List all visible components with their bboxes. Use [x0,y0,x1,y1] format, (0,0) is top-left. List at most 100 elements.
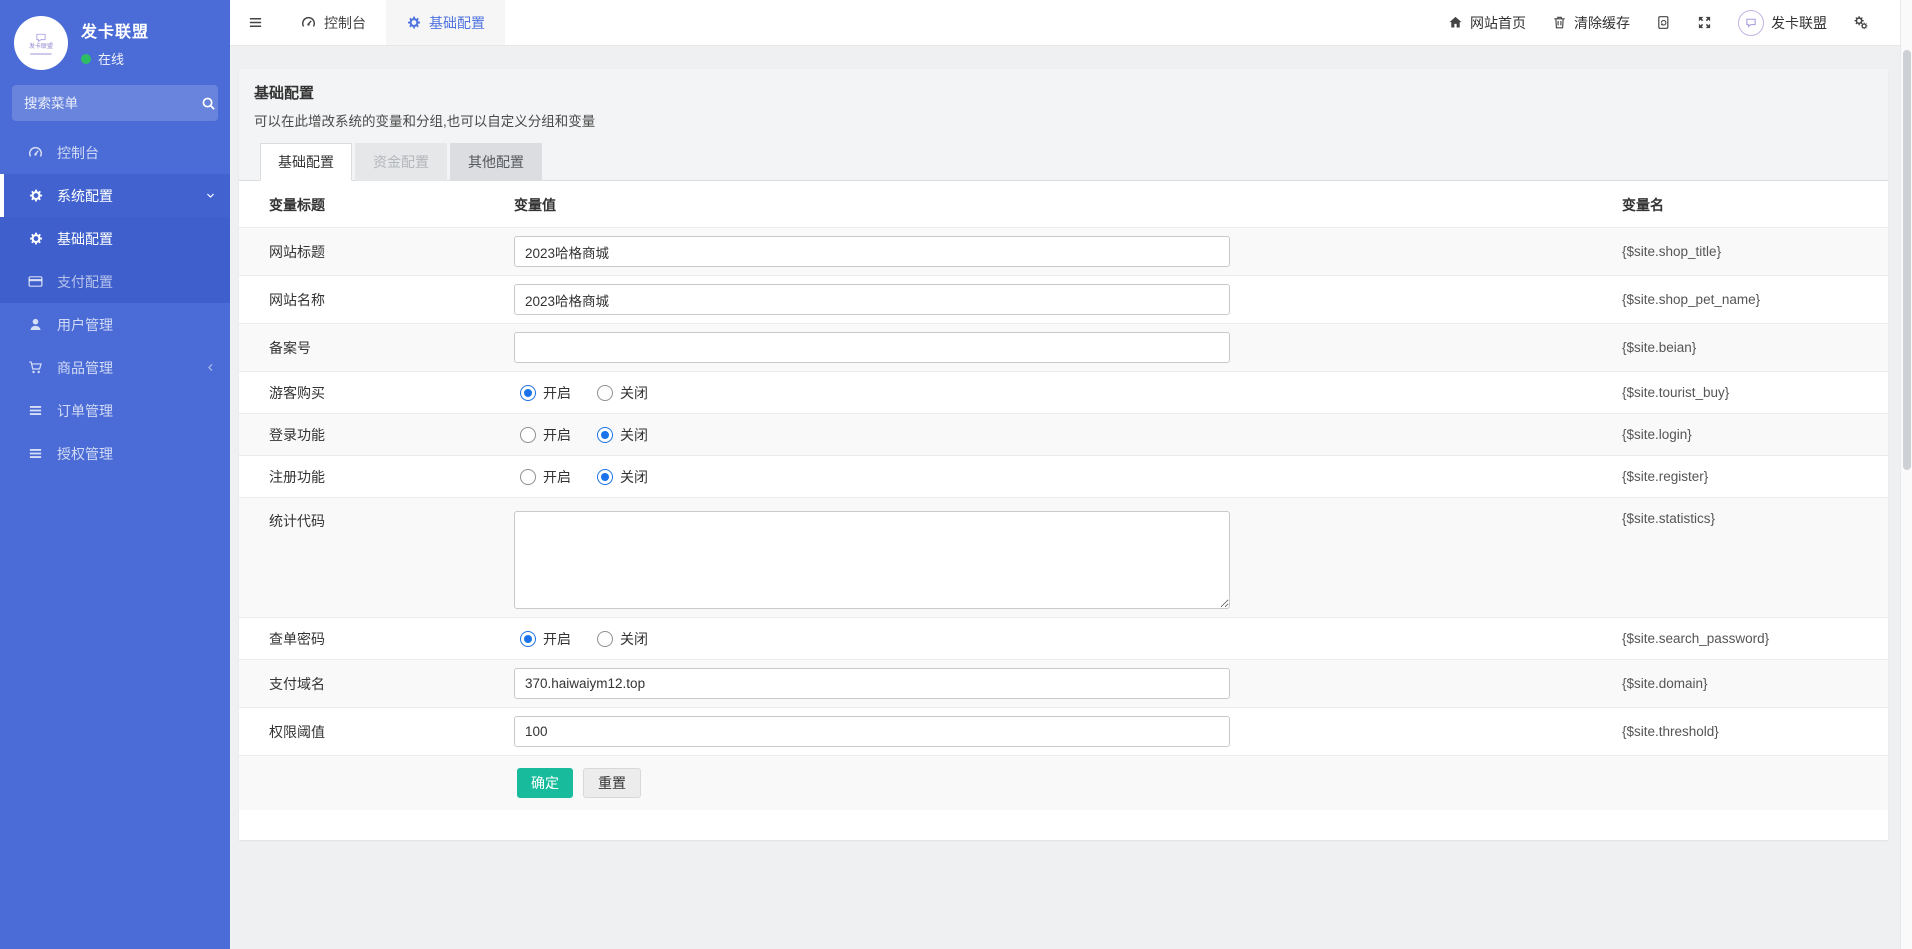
config-input-domain[interactable] [514,668,1230,699]
refresh-page-icon [1656,15,1671,30]
gear-icon [26,188,44,203]
config-input-shop_title[interactable] [514,236,1230,267]
user-avatar [1738,10,1764,36]
config-varname: {$site.statistics} [1622,498,1888,618]
radio-unchecked-icon[interactable] [597,385,613,401]
list-icon [26,446,44,461]
topbar-actions: 网站首页 清除缓存 发卡联盟 [1448,0,1912,45]
radio-checked-icon[interactable] [520,631,536,647]
topbar-tab-console[interactable]: 控制台 [281,0,386,45]
brand-avatar[interactable]: 发卡联盟 [14,16,68,70]
panel-tab-label: 基础配置 [278,154,334,170]
hamburger-button[interactable] [230,0,281,45]
radio-checked-icon[interactable] [597,469,613,485]
sidebar-item-label: 订单管理 [57,401,113,421]
refresh-page-button[interactable] [1656,15,1671,30]
sidebar-item-goods-manage[interactable]: 商品管理 [0,346,230,389]
config-label: 支付域名 [269,676,325,692]
radio-unchecked-icon[interactable] [520,427,536,443]
config-label: 注册功能 [269,469,325,485]
cart-icon [26,360,44,375]
radio-group-search_password: 开启 关闭 [520,629,1612,649]
radio-group-register: 开启 关闭 [520,467,1612,487]
radio-label: 开启 [543,467,571,487]
panel-tab-label: 其他配置 [468,154,524,170]
user-icon [26,317,44,332]
panel-tabs: 基础配置 资金配置 其他配置 [254,143,1873,180]
radio-option[interactable]: 开启 [520,425,571,445]
radio-option[interactable]: 关闭 [597,383,648,403]
search-icon[interactable] [201,96,216,111]
radio-checked-icon[interactable] [597,427,613,443]
online-status: 在线 [81,49,149,68]
config-input-shop_pet_name[interactable] [514,284,1230,315]
online-status-label: 在线 [98,49,124,68]
settings-button[interactable] [1853,15,1868,30]
sidebar-item-label: 支付配置 [57,272,113,292]
sidebar-item-order-manage[interactable]: 订单管理 [0,389,230,432]
sidebar-item-payment-config[interactable]: 支付配置 [0,260,230,303]
panel-tab-funds[interactable]: 资金配置 [355,143,447,181]
sidebar-submenu: 基础配置支付配置 [0,217,230,303]
radio-label: 开启 [543,629,571,649]
config-label: 网站名称 [269,292,325,308]
sidebar-item-label: 商品管理 [57,358,113,378]
sidebar-item-console[interactable]: 控制台 [0,131,230,174]
radio-unchecked-icon[interactable] [597,631,613,647]
radio-checked-icon[interactable] [520,385,536,401]
radio-option[interactable]: 开启 [520,383,571,403]
app-root: 发卡联盟 发卡联盟 在线 控制台系统配置基础配置支付配置用户管理商品管理订单管理… [0,0,1912,949]
topbar-tab-label: 基础配置 [429,13,485,33]
sidebar: 发卡联盟 发卡联盟 在线 控制台系统配置基础配置支付配置用户管理商品管理订单管理… [0,0,230,949]
radio-option[interactable]: 关闭 [597,629,648,649]
scrollbar-thumb[interactable] [1903,50,1911,470]
config-label: 权限阈值 [269,724,325,740]
config-varname: {$site.tourist_buy} [1622,372,1888,414]
radio-group-login: 开启 关闭 [520,425,1612,445]
clear-cache-link[interactable]: 清除缓存 [1552,13,1630,33]
radio-label: 开启 [543,383,571,403]
config-row-beian: 备案号{$site.beian} [239,324,1888,372]
radio-label: 关闭 [620,467,648,487]
menu-search-input[interactable] [24,96,201,111]
submit-button[interactable]: 确定 [517,768,573,798]
config-varname: {$site.threshold} [1622,708,1888,756]
hamburger-icon [248,15,263,30]
chevron-left-icon [204,362,216,373]
config-varname: {$site.shop_pet_name} [1622,276,1888,324]
scrollbar[interactable] [1900,0,1912,949]
config-label: 查单密码 [269,631,325,647]
config-input-threshold[interactable] [514,716,1230,747]
radio-label: 开启 [543,425,571,445]
panel-tab-basic[interactable]: 基础配置 [260,143,352,181]
menu-search[interactable] [12,85,218,121]
radio-label: 关闭 [620,425,648,445]
config-input-beian[interactable] [514,332,1230,363]
radio-option[interactable]: 开启 [520,629,571,649]
radio-group-tourist_buy: 开启 关闭 [520,383,1612,403]
config-row-shop_pet_name: 网站名称 {$site.shop_pet_name} [239,276,1888,324]
radio-option[interactable]: 开启 [520,467,571,487]
sidebar-item-basic-config[interactable]: 基础配置 [0,217,230,260]
chevron-down-icon [204,190,216,201]
config-label: 登录功能 [269,427,325,443]
fullscreen-icon [1697,15,1712,30]
config-textarea-statistics[interactable] [514,511,1230,609]
sidebar-item-user-manage[interactable]: 用户管理 [0,303,230,346]
dashboard-icon [301,15,316,30]
fullscreen-button[interactable] [1697,15,1712,30]
topbar-tab-basic-config[interactable]: 基础配置 [386,0,505,45]
reset-button[interactable]: 重置 [583,768,641,798]
sidebar-item-system-config[interactable]: 系统配置 [0,174,230,217]
radio-option[interactable]: 关闭 [597,425,648,445]
content-area: 基础配置 可以在此增改系统的变量和分组,也可以自定义分组和变量 基础配置资金配置… [230,46,1912,949]
radio-unchecked-icon[interactable] [520,469,536,485]
sidebar-item-auth-manage[interactable]: 授权管理 [0,432,230,475]
radio-option[interactable]: 关闭 [597,467,648,487]
topbar: 控制台 基础配置 网站首页 清除缓存 [230,0,1912,46]
list-icon [26,403,44,418]
panel-tab-other[interactable]: 其他配置 [450,143,542,181]
user-menu[interactable]: 发卡联盟 [1738,10,1827,36]
radio-label: 关闭 [620,629,648,649]
home-link[interactable]: 网站首页 [1448,13,1526,33]
